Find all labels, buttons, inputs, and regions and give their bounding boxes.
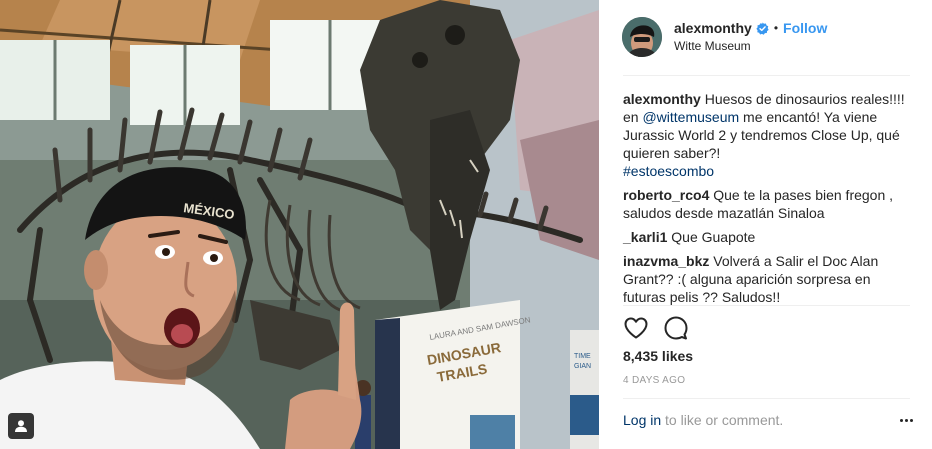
- footer-divider: [623, 398, 910, 399]
- post-photo[interactable]: LAURA AND SAM DAWSON DINOSAUR TRAILS TIM…: [0, 0, 599, 449]
- follow-button[interactable]: Follow: [783, 19, 827, 37]
- login-suffix: to like or comment.: [661, 412, 784, 428]
- instagram-post: LAURA AND SAM DAWSON DINOSAUR TRAILS TIM…: [0, 0, 932, 449]
- user-tag-icon: [15, 420, 27, 432]
- museum-selfie-image: LAURA AND SAM DAWSON DINOSAUR TRAILS TIM…: [0, 0, 599, 449]
- comment-text: Que Guapote: [667, 229, 756, 245]
- user-avatar-icon: [622, 17, 662, 57]
- comment-icon[interactable]: [663, 315, 689, 341]
- login-prompt: Log in to like or comment.: [623, 412, 913, 428]
- post-timestamp[interactable]: 4 DAYS AGO: [623, 375, 685, 386]
- heart-icon[interactable]: [623, 315, 649, 341]
- comment-username[interactable]: roberto_rco4: [623, 187, 709, 203]
- comment-item: roberto_rco4 Que te la pases bien fregon…: [623, 186, 913, 222]
- more-options-icon[interactable]: [893, 414, 913, 426]
- post-header: alexmonthy • Follow Witte Museum: [622, 16, 912, 58]
- actions-divider: [623, 305, 910, 306]
- header-divider: [623, 75, 910, 76]
- author-avatar[interactable]: [622, 17, 662, 57]
- comment-username[interactable]: inazvma_bkz: [623, 253, 709, 269]
- verified-badge-icon: [756, 21, 769, 35]
- separator-dot: •: [773, 21, 779, 35]
- post-location[interactable]: Witte Museum: [674, 37, 827, 55]
- comments-list: alexmonthy Huesos de dinosaurios reales!…: [623, 90, 913, 312]
- caption: alexmonthy Huesos de dinosaurios reales!…: [623, 90, 913, 180]
- caption-username[interactable]: alexmonthy: [623, 91, 701, 107]
- post-actions: [623, 315, 703, 341]
- likes-count[interactable]: 8,435 likes: [623, 348, 693, 364]
- caption-hashtag-link[interactable]: #estoescombo: [623, 163, 714, 179]
- user-tag-button[interactable]: [8, 413, 34, 439]
- sign2-text-1: TIME: [574, 353, 591, 360]
- caption-mention-link[interactable]: @wittemuseum: [642, 109, 739, 125]
- comment-item: _karli1 Que Guapote: [623, 228, 913, 246]
- comment-username[interactable]: _karli1: [623, 229, 667, 245]
- comment-item: inazvma_bkz Volverá a Salir el Doc Alan …: [623, 252, 913, 306]
- author-username[interactable]: alexmonthy: [674, 19, 752, 37]
- login-link[interactable]: Log in: [623, 412, 661, 428]
- sign2-text-2: GIAN: [574, 363, 591, 370]
